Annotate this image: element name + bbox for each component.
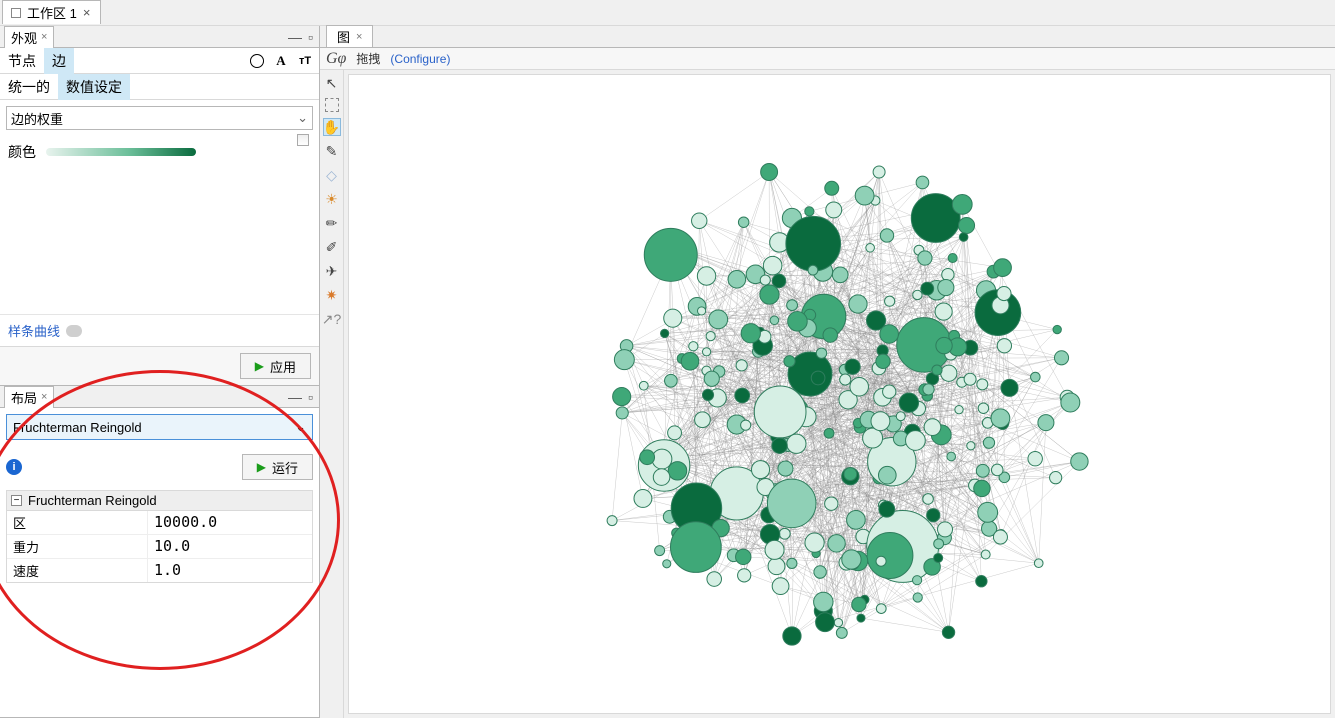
pointer-tool-icon[interactable]: ↖ <box>323 74 341 92</box>
info-icon[interactable]: i <box>6 459 22 475</box>
maximize-icon[interactable]: ▫ <box>306 30 315 44</box>
color-gradient-slider[interactable] <box>46 148 196 156</box>
rect-select-tool-icon[interactable] <box>325 98 339 112</box>
property-value[interactable]: 1.0 <box>147 559 312 582</box>
network-graph <box>560 154 1120 654</box>
property-row[interactable]: 区 10000.0 <box>7 511 312 535</box>
gephi-logo-icon: Gφ <box>326 50 346 68</box>
apply-button[interactable]: ▶ 应用 <box>240 353 311 379</box>
workspace-tab-close[interactable]: × <box>83 5 91 20</box>
appearance-panel: 节点 边 A тT 统一的 数值设定 边的权重 ⌄ 颜色 <box>0 48 319 386</box>
brush-tool-icon[interactable]: ✎ <box>323 142 341 160</box>
workspace-tabbar: 工作区 1 × <box>0 0 1335 26</box>
property-key: 区 <box>7 511 147 534</box>
layout-tab-label: 布局 <box>11 388 37 407</box>
apply-button-label: 应用 <box>270 357 296 376</box>
play-icon: ▶ <box>257 460 266 474</box>
run-button-label: 运行 <box>272 458 298 477</box>
appearance-tab[interactable]: 外观 × <box>4 26 54 48</box>
whatsthis-tool-icon[interactable]: ↗? <box>323 310 341 328</box>
chevron-down-icon: ⌄ <box>295 419 306 435</box>
layout-tab[interactable]: 布局 × <box>4 386 54 408</box>
attribute-select-value: 边的权重 <box>11 109 63 128</box>
tab-nodes[interactable]: 节点 <box>0 48 44 74</box>
maximize-icon[interactable]: ▫ <box>306 390 315 404</box>
graph-tool-strip: ↖ ✋ ✎ ◇ ☀ ✏ ✐ ✈ ✷ ↗? <box>320 70 344 718</box>
appearance-tab-close[interactable]: × <box>41 31 47 43</box>
graph-tabbar: 图 × <box>320 26 1335 48</box>
attribute-select[interactable]: 边的权重 ⌄ <box>6 106 313 130</box>
color-label: 颜色 <box>8 142 36 162</box>
configure-link[interactable]: (Configure) <box>390 52 450 66</box>
property-row[interactable]: 速度 1.0 <box>7 559 312 582</box>
layout-tab-close[interactable]: × <box>41 391 47 403</box>
graph-tab-close[interactable]: × <box>356 31 362 43</box>
gear-tool-icon[interactable]: ✷ <box>323 286 341 304</box>
spline-icon[interactable] <box>66 325 82 337</box>
heatmap-tool-icon[interactable]: ☀ <box>323 190 341 208</box>
tab-edges[interactable]: 边 <box>44 48 74 74</box>
mode-uniform[interactable]: 统一的 <box>0 74 58 100</box>
appearance-tabbar: 外观 × — ▫ <box>0 26 319 48</box>
size-icon[interactable]: A <box>273 53 289 69</box>
collapse-icon: − <box>11 495 22 506</box>
layout-algorithm-select[interactable]: Fruchterman Reingold ⌄ <box>6 414 313 440</box>
layout-properties: − Fruchterman Reingold 区 10000.0 重力 10.0… <box>6 490 313 583</box>
minimize-icon[interactable]: — <box>286 390 304 404</box>
mode-ranking[interactable]: 数值设定 <box>58 74 130 100</box>
spline-link[interactable]: 样条曲线 <box>8 321 60 340</box>
palette-icon[interactable] <box>249 53 265 69</box>
property-value[interactable]: 10.0 <box>147 535 312 558</box>
appearance-tab-label: 外观 <box>11 28 37 47</box>
graph-canvas[interactable] <box>348 74 1331 714</box>
toolbar-mode-label: 拖拽 <box>356 50 380 67</box>
property-key: 重力 <box>7 535 147 558</box>
property-value[interactable]: 10000.0 <box>147 511 312 534</box>
property-section-label: Fruchterman Reingold <box>28 493 157 508</box>
run-button[interactable]: ▶ 运行 <box>242 454 313 480</box>
graph-tab-label: 图 <box>337 27 350 46</box>
chevron-down-icon: ⌄ <box>297 110 308 126</box>
pencil-tool-icon[interactable]: ✏ <box>323 214 341 232</box>
workspace-tab[interactable]: 工作区 1 × <box>2 0 101 24</box>
drag-tool-icon[interactable]: ✋ <box>323 118 341 136</box>
graph-tab[interactable]: 图 × <box>326 25 373 47</box>
layout-panel: Fruchterman Reingold ⌄ i ▶ 运行 − Fruchter… <box>0 408 319 718</box>
property-key: 速度 <box>7 559 147 582</box>
layout-tabbar: 布局 × — ▫ <box>0 386 319 408</box>
edge-pencil-tool-icon[interactable]: ✐ <box>323 238 341 256</box>
minimize-icon[interactable]: — <box>286 30 304 44</box>
workspace-icon <box>11 8 21 18</box>
layout-algorithm-value: Fruchterman Reingold <box>13 420 142 435</box>
workspace-tab-label: 工作区 1 <box>27 3 77 22</box>
property-row[interactable]: 重力 10.0 <box>7 535 312 559</box>
label-size-icon[interactable]: тT <box>297 53 313 69</box>
airplane-tool-icon[interactable]: ✈ <box>323 262 341 280</box>
play-icon: ▶ <box>255 359 264 373</box>
graph-toolbar: Gφ 拖拽 (Configure) <box>320 48 1335 70</box>
color-presets-icon[interactable] <box>297 134 309 146</box>
diamond-tool-icon[interactable]: ◇ <box>323 166 341 184</box>
property-section-header[interactable]: − Fruchterman Reingold <box>7 491 312 511</box>
